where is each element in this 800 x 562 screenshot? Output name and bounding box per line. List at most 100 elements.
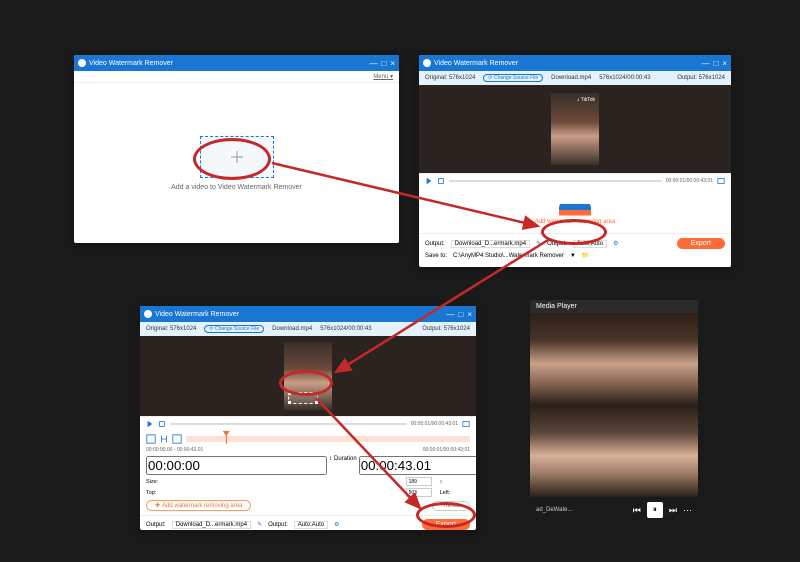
saveto-path: C:\AnyMP4 Studio\...Watermark Remover xyxy=(453,253,564,259)
gear-icon[interactable]: ⚙ xyxy=(334,521,339,528)
video-preview xyxy=(140,336,476,416)
window-buttons: — □ × xyxy=(701,59,727,68)
filename-label: Download.mp4 xyxy=(551,75,591,81)
top-label: Top: xyxy=(146,490,402,496)
menubar: Menu ▾ xyxy=(74,71,399,83)
stop-icon[interactable] xyxy=(158,420,166,428)
app-logo-icon xyxy=(78,59,86,67)
edit-icon[interactable]: ✎ xyxy=(536,240,541,247)
tray-icon xyxy=(559,196,591,216)
minimize-button[interactable]: — xyxy=(446,310,454,319)
media-controls: ad_DeWate... ⏮ ⏸ ⏭ ⋯ xyxy=(530,497,698,523)
mark-in-icon[interactable] xyxy=(146,434,156,444)
gear-icon[interactable]: ⚙ xyxy=(613,240,618,247)
video-preview: ♪ TikTok xyxy=(419,85,731,173)
media-frame-bottom xyxy=(530,405,698,497)
snapshot-icon[interactable] xyxy=(717,177,725,185)
output-label: Output: xyxy=(425,241,445,247)
footer: Output: Download_D...ermark.mp4 ✎ Output… xyxy=(140,515,476,530)
time-display: 00:00:01/00:00:43;01 xyxy=(411,421,458,427)
mark-out-icon[interactable] xyxy=(172,434,182,444)
folder-icon[interactable]: 📁 xyxy=(582,252,589,259)
output-label: Output: xyxy=(146,522,166,528)
output-preset[interactable]: Auto;Auto xyxy=(294,521,328,529)
tiktok-watermark: ♪ TikTok xyxy=(577,97,595,103)
size-width[interactable] xyxy=(406,477,432,486)
media-filename: ad_DeWate... xyxy=(536,507,627,513)
output2-label: Output: xyxy=(268,522,288,528)
output-preset[interactable]: Auto;Auto xyxy=(573,240,607,248)
close-button[interactable]: × xyxy=(467,310,472,319)
timeline-track[interactable] xyxy=(186,436,470,442)
reset-button[interactable]: Reset xyxy=(432,501,470,511)
maximize-button[interactable]: □ xyxy=(713,59,718,68)
duration-start[interactable] xyxy=(146,456,327,475)
window-buttons: — □ × xyxy=(369,59,395,68)
menu-link[interactable]: Menu ▾ xyxy=(373,73,393,80)
add-area-link[interactable]: Add watermark removing area xyxy=(535,219,615,225)
output-res: Output: 576x1024 xyxy=(422,326,470,332)
next-icon[interactable]: ⏭ xyxy=(669,505,677,516)
window-buttons: — □ × xyxy=(446,310,472,319)
minimize-button[interactable]: — xyxy=(369,59,377,68)
stop-icon[interactable] xyxy=(437,177,445,185)
saveto-label: Save to: xyxy=(425,253,447,259)
maximize-button[interactable]: □ xyxy=(381,59,386,68)
top-value[interactable] xyxy=(406,488,432,497)
add-hint-text: Add a video to Video Watermark Remover xyxy=(171,184,302,191)
original-res: Original: 576x1024 xyxy=(425,75,475,81)
add-area-dropzone[interactable]: Add watermark removing area xyxy=(419,187,731,233)
close-button[interactable]: × xyxy=(722,59,727,68)
export-button[interactable]: Export xyxy=(677,238,725,249)
app-title: Video Watermark Remover xyxy=(434,60,701,67)
add-video-dropzone[interactable] xyxy=(200,136,274,178)
seek-track[interactable] xyxy=(170,423,407,425)
output-filename[interactable]: Download_D...ermark.mp4 xyxy=(451,240,530,248)
timeline-tools xyxy=(146,434,182,444)
snapshot-icon[interactable] xyxy=(462,420,470,428)
titlebar: Video Watermark Remover — □ × xyxy=(140,306,476,322)
titlebar: Video Watermark Remover — □ × xyxy=(74,55,399,71)
play-icon[interactable] xyxy=(425,177,433,185)
footer: Output: Download_D...ermark.mp4 ✎ Output… xyxy=(419,233,731,263)
play-icon[interactable] xyxy=(146,420,154,428)
window-step2: Video Watermark Remover — □ × Original: … xyxy=(419,55,731,267)
media-frame-top xyxy=(530,313,698,405)
timeline-handle[interactable] xyxy=(226,434,227,444)
dimension-inputs: Size: ↕ Top: Left: xyxy=(146,477,476,497)
change-source-button[interactable]: ⟳ Change Source File xyxy=(483,74,543,82)
more-icon[interactable]: ⋯ xyxy=(683,505,692,516)
selection-box[interactable] xyxy=(288,392,318,404)
seek-track[interactable] xyxy=(449,180,662,182)
playback-bar: 00:00:01/00:00:43;01 xyxy=(140,416,476,430)
titlebar: Video Watermark Remover — □ × xyxy=(419,55,731,71)
left-label: Left: xyxy=(440,490,476,496)
video-thumbnail xyxy=(284,342,332,410)
output2-label: Output: xyxy=(547,241,567,247)
time-display: 00:00:01/00:00:43;01 xyxy=(666,178,713,184)
range-label: 00:00:00.00 - 00:00:43.01 xyxy=(146,447,203,453)
dropdown-icon[interactable]: ▼ xyxy=(570,253,576,259)
position-label: 00:00:01/00:00:43;01 xyxy=(423,447,470,453)
export-button[interactable]: Export xyxy=(422,519,470,530)
duration-end[interactable] xyxy=(359,456,476,475)
drop-area[interactable]: Add a video to Video Watermark Remover xyxy=(74,83,399,243)
prev-icon[interactable]: ⏮ xyxy=(633,505,641,516)
original-res: Original: 576x1024 xyxy=(146,326,196,332)
app-title: Video Watermark Remover xyxy=(155,311,446,318)
edit-icon[interactable]: ✎ xyxy=(257,521,262,528)
split-icon[interactable] xyxy=(159,434,169,444)
filename-label: Download.mp4 xyxy=(272,326,312,332)
media-player-title: Media Player xyxy=(530,300,698,313)
minimize-button[interactable]: — xyxy=(701,59,709,68)
change-source-button[interactable]: ⟳ Change Source File xyxy=(204,325,264,333)
filemeta-label: 576x1024/00:00:43 xyxy=(320,326,371,332)
media-player-window: Media Player ad_DeWate... ⏮ ⏸ ⏭ ⋯ xyxy=(530,300,698,524)
close-button[interactable]: × xyxy=(390,59,395,68)
output-filename[interactable]: Download_D...ermark.mp4 xyxy=(172,521,251,529)
pause-button[interactable]: ⏸ xyxy=(647,502,663,518)
add-area-button[interactable]: ✚ Add watermark removing area xyxy=(146,500,251,511)
info-bar: Original: 576x1024 ⟳ Change Source File … xyxy=(140,322,476,336)
maximize-button[interactable]: □ xyxy=(458,310,463,319)
app-title: Video Watermark Remover xyxy=(89,60,369,67)
